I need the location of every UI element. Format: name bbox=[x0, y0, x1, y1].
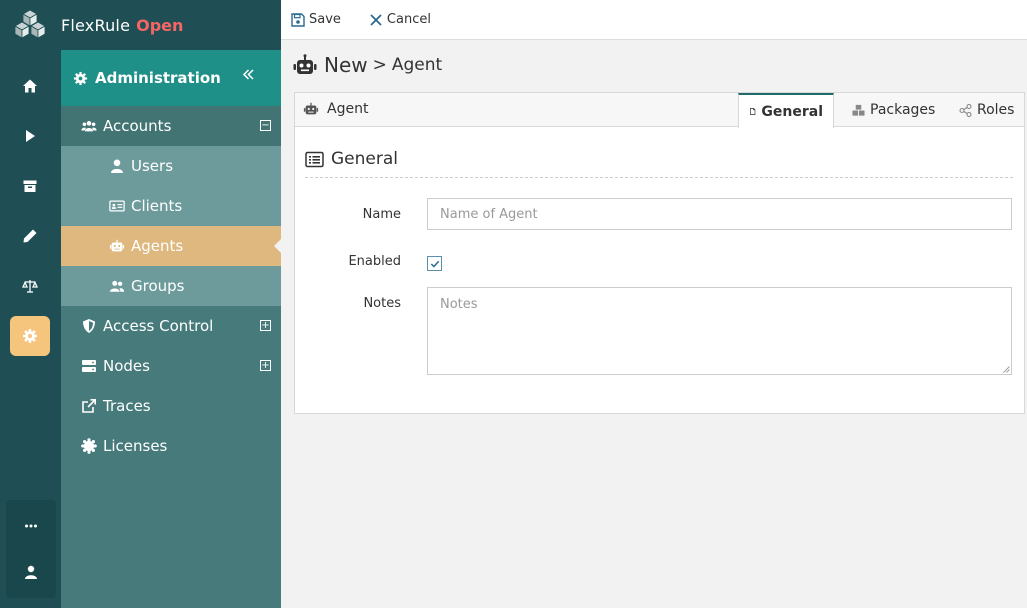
sidebar-item-label: Users bbox=[131, 157, 174, 175]
pencil-icon bbox=[23, 229, 37, 243]
rail-home-button[interactable] bbox=[10, 66, 50, 106]
tab-label: Packages bbox=[870, 102, 936, 118]
tab-general[interactable]: General bbox=[738, 93, 834, 128]
rail-bottom-group bbox=[6, 500, 56, 598]
brand-name: FlexRule bbox=[61, 15, 131, 35]
section-divider bbox=[305, 177, 1013, 178]
sidebar-item-accounts[interactable]: Accounts − bbox=[61, 106, 281, 146]
gear-icon bbox=[73, 71, 88, 85]
home-icon bbox=[23, 79, 37, 93]
sidebar-item-licenses[interactable]: Licenses bbox=[61, 426, 281, 466]
sidebar-item-nodes[interactable]: Nodes + bbox=[61, 346, 281, 386]
page-title: New > Agent bbox=[293, 53, 442, 77]
main-content: Save Cancel New > Agent Agent General Pa… bbox=[281, 0, 1027, 608]
section-title: General bbox=[305, 149, 398, 169]
rail-run-button[interactable] bbox=[10, 116, 50, 156]
panel-title: Agent bbox=[303, 101, 368, 117]
checkmark-icon bbox=[430, 260, 439, 268]
file-icon bbox=[750, 108, 756, 115]
agent-panel: Agent General Packages Roles General Nam… bbox=[294, 92, 1025, 414]
tab-label: General bbox=[761, 103, 823, 120]
expand-toggle[interactable]: + bbox=[260, 320, 271, 331]
panel-title-label: Agent bbox=[327, 101, 369, 117]
tab-roles[interactable]: Roles bbox=[949, 93, 1024, 127]
admin-sidebar: Administration Accounts − Users Clients … bbox=[61, 50, 281, 608]
sidebar-item-agents[interactable]: Agents bbox=[61, 226, 281, 266]
notes-textarea[interactable]: Notes bbox=[427, 287, 1012, 375]
external-link-icon bbox=[82, 398, 96, 413]
rail-edit-button[interactable] bbox=[10, 216, 50, 256]
page-title-main: New bbox=[324, 53, 368, 77]
rail-profile-button[interactable] bbox=[11, 552, 51, 592]
tab-packages[interactable]: Packages bbox=[842, 93, 945, 127]
enabled-checkbox[interactable] bbox=[427, 256, 442, 271]
user-icon bbox=[25, 565, 37, 579]
server-icon bbox=[82, 360, 96, 372]
ellipsis-icon bbox=[25, 524, 37, 528]
sidebar-item-label: Licenses bbox=[103, 437, 168, 455]
list-alt-icon bbox=[305, 151, 324, 167]
sidebar-item-label: Clients bbox=[131, 197, 183, 215]
name-input[interactable]: Name of Agent bbox=[427, 198, 1012, 230]
id-card-icon bbox=[109, 200, 125, 212]
rail-more-button[interactable] bbox=[11, 506, 51, 546]
brand-bar: FlexRule Open bbox=[61, 0, 281, 50]
page-title-sub: Agent bbox=[391, 55, 443, 75]
close-icon bbox=[370, 13, 382, 26]
section-title-label: General bbox=[331, 149, 398, 169]
sidebar-item-label: Access Control bbox=[103, 317, 214, 335]
double-chevron-left-icon[interactable] bbox=[241, 67, 256, 82]
save-button[interactable]: Save bbox=[291, 12, 341, 27]
icon-rail bbox=[0, 0, 61, 608]
notes-placeholder: Notes bbox=[440, 297, 478, 312]
cancel-label: Cancel bbox=[386, 12, 431, 27]
robot-icon bbox=[293, 54, 317, 74]
balance-scale-icon bbox=[22, 280, 38, 293]
sidebar-item-label: Agents bbox=[131, 237, 184, 255]
robot-icon bbox=[109, 239, 125, 252]
sidebar-item-label: Traces bbox=[103, 397, 151, 415]
save-label: Save bbox=[309, 12, 341, 27]
gear-icon bbox=[23, 329, 37, 343]
robot-icon bbox=[303, 102, 319, 115]
sidebar-item-access-control[interactable]: Access Control + bbox=[61, 306, 281, 346]
expand-toggle[interactable]: + bbox=[260, 360, 271, 371]
share-nodes-icon bbox=[959, 103, 972, 117]
sidebar-header: Administration bbox=[61, 50, 281, 106]
rail-settings-button[interactable] bbox=[10, 316, 50, 356]
title-separator: > bbox=[372, 55, 387, 75]
name-label: Name bbox=[362, 207, 401, 222]
sidebar-item-label: Groups bbox=[131, 277, 185, 295]
users-icon bbox=[81, 121, 97, 132]
user-icon bbox=[111, 159, 123, 173]
cubes-logo-icon bbox=[14, 9, 46, 39]
play-icon bbox=[26, 130, 35, 142]
archive-icon bbox=[23, 180, 37, 192]
sidebar-header-label: Administration bbox=[95, 69, 221, 87]
tab-bar: Agent General Packages Roles bbox=[295, 93, 1024, 128]
sidebar-item-label: Accounts bbox=[103, 117, 172, 135]
resize-grip-icon[interactable] bbox=[1002, 365, 1010, 373]
collapse-toggle[interactable]: − bbox=[260, 120, 271, 131]
toolbar: Save Cancel bbox=[281, 0, 1027, 40]
tab-label: Roles bbox=[977, 102, 1015, 118]
sidebar-item-clients[interactable]: Clients bbox=[61, 186, 281, 226]
sidebar-item-traces[interactable]: Traces bbox=[61, 386, 281, 426]
cubes-icon bbox=[852, 104, 865, 116]
sidebar-item-users[interactable]: Users bbox=[61, 146, 281, 186]
enabled-label: Enabled bbox=[348, 254, 401, 269]
sidebar-item-label: Nodes bbox=[103, 357, 150, 375]
brand-edition: Open bbox=[136, 15, 184, 35]
cancel-button[interactable]: Cancel bbox=[369, 12, 431, 27]
notes-label: Notes bbox=[363, 296, 401, 311]
rail-balance-button[interactable] bbox=[10, 266, 50, 306]
sidebar-item-groups[interactable]: Groups bbox=[61, 266, 281, 306]
rail-archive-button[interactable] bbox=[10, 166, 50, 206]
floppy-disk-icon bbox=[291, 12, 305, 27]
certificate-icon bbox=[81, 438, 97, 454]
shield-icon bbox=[83, 319, 95, 333]
group-icon bbox=[109, 280, 125, 292]
